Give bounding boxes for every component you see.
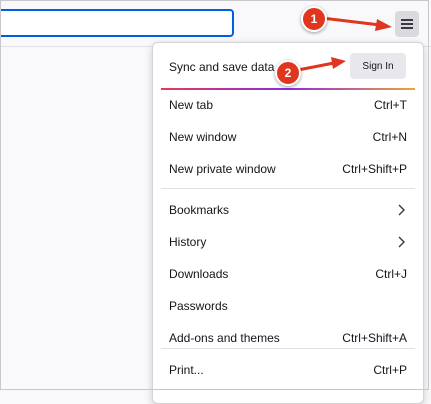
menu-item-shortcut: Ctrl+Shift+A xyxy=(342,331,407,345)
menu-item-shortcut: Ctrl+P xyxy=(373,363,407,377)
step-1-badge: 1 xyxy=(301,6,327,32)
menu-item-shortcut: Ctrl+J xyxy=(375,267,407,281)
menu-item-label: History xyxy=(169,235,207,249)
menu-item-history[interactable]: History xyxy=(153,228,423,256)
menu-item-label: Passwords xyxy=(169,299,228,313)
open-application-menu-button[interactable] xyxy=(395,11,419,37)
menu-item-bookmarks[interactable]: Bookmarks xyxy=(153,196,423,224)
sync-label: Sync and save data xyxy=(169,60,275,74)
menu-item-passwords[interactable]: Passwords xyxy=(153,292,423,320)
menu-item-label: Add-ons and themes xyxy=(169,331,280,345)
sign-in-button[interactable]: Sign In xyxy=(350,53,406,79)
menu-item-shortcut: Ctrl+N xyxy=(372,130,407,144)
menu-item-label: Print... xyxy=(169,363,204,377)
menu-separator xyxy=(161,188,415,189)
menu-item-shortcut: Ctrl+T xyxy=(374,98,407,112)
app-menu-panel: Sync and save data Sign In New tab Ctrl+T… xyxy=(152,42,424,404)
menu-item-label: New tab xyxy=(169,98,214,112)
menu-item-downloads[interactable]: Downloads Ctrl+J xyxy=(153,260,423,288)
chevron-right-icon xyxy=(398,236,405,248)
menu-item-new-tab[interactable]: New tab Ctrl+T xyxy=(153,91,423,119)
menu-item-shortcut: Ctrl+Shift+P xyxy=(342,162,407,176)
menu-item-print[interactable]: Print... Ctrl+P xyxy=(153,356,423,384)
browser-toolbar xyxy=(0,0,431,47)
step-2-badge: 2 xyxy=(275,60,301,86)
menu-item-new-private-window[interactable]: New private window Ctrl+Shift+P xyxy=(153,155,423,183)
menu-item-label: New private window xyxy=(169,162,276,176)
chevron-right-icon xyxy=(398,204,405,216)
hamburger-menu-icon xyxy=(401,23,413,25)
sync-accent-divider xyxy=(161,88,415,90)
menu-item-new-window[interactable]: New window Ctrl+N xyxy=(153,123,423,151)
menu-item-label: New window xyxy=(169,130,237,144)
address-bar[interactable] xyxy=(0,9,234,37)
menu-item-label: Bookmarks xyxy=(169,203,230,217)
menu-separator xyxy=(161,348,415,349)
menu-item-label: Downloads xyxy=(169,267,229,281)
